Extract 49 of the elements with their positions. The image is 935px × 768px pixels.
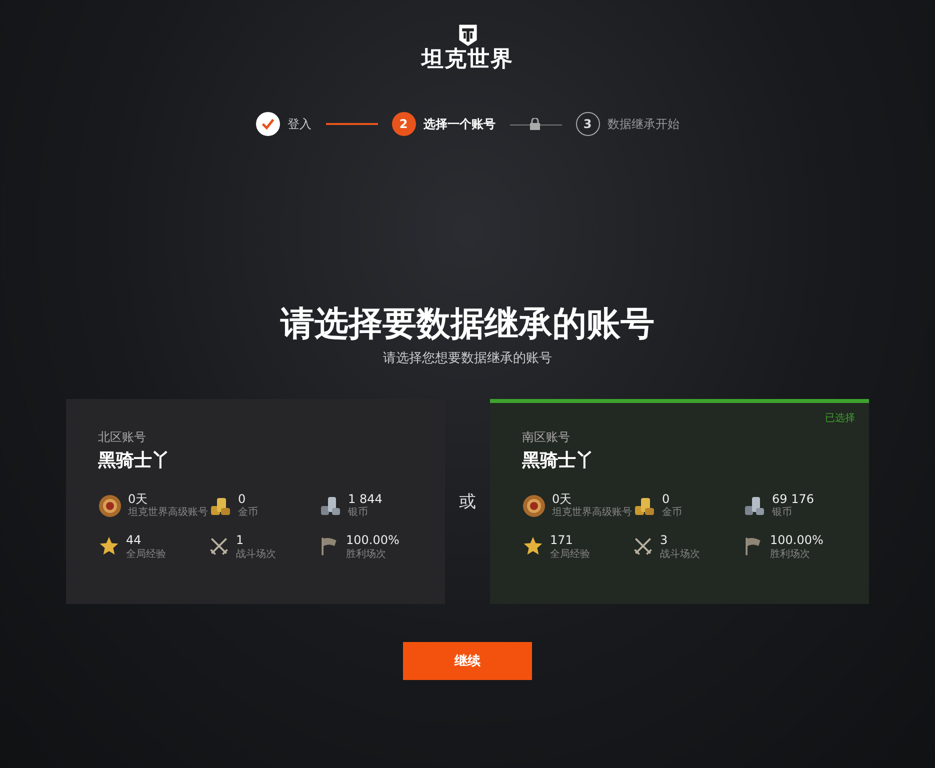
medal-icon	[522, 494, 546, 518]
region-label: 南区账号	[522, 428, 571, 446]
logo-text: 坦克世界	[422, 48, 514, 72]
crossed-swords-icon	[632, 535, 654, 558]
account-card[interactable]: 已选择 南区账号 黑骑士丫 0天 坦克世界高级账号 0 金币 69 176 银币 171 全局经验 3 战斗场次 100.00% 胜利场次	[490, 398, 869, 604]
stat-value: 0	[662, 492, 671, 506]
stat-label: 金币	[238, 506, 258, 520]
account-name: 黑骑士丫	[98, 448, 171, 472]
medal-icon	[98, 494, 122, 518]
stat-value: 100.00%	[346, 533, 400, 548]
star-icon	[522, 535, 544, 558]
account-card[interactable]: 北区账号 黑骑士丫 0天 坦克世界高级账号 0 金币 1 844 银币 44 全局经验 1 战斗场次 100.00% 胜利场次	[66, 398, 445, 604]
stat-value: 0天	[552, 492, 573, 506]
shield-logo-icon	[456, 22, 478, 48]
page-subheading: 请选择您想要数据继承的账号	[383, 350, 552, 367]
page-heading: 请选择要数据继承的账号	[280, 304, 654, 345]
stat-value: 0天	[128, 492, 149, 506]
stat-value: 1	[236, 533, 245, 548]
check-icon	[260, 117, 274, 132]
stat-label: 坦克世界高级账号	[552, 506, 632, 520]
stat-label: 全局经验	[126, 548, 166, 561]
step-indicator: 3	[576, 112, 600, 136]
step-label: 登入	[288, 116, 312, 133]
step-indicator: 2	[392, 112, 416, 136]
stat-label: 银币	[772, 506, 793, 520]
selected-label: 已选择	[825, 412, 855, 425]
crossed-swords-icon	[208, 535, 230, 558]
stat-value: 69 176	[772, 492, 814, 506]
region-label: 北区账号	[98, 428, 147, 446]
stat-value: 171	[550, 533, 574, 548]
or-separator: 或	[458, 490, 477, 513]
stat-label: 坦克世界高级账号	[128, 506, 208, 520]
step-label: 数据继承开始	[608, 116, 680, 133]
stat-label: 金币	[662, 506, 682, 520]
stat-label: 战斗场次	[236, 548, 276, 561]
stat-label: 胜利场次	[770, 548, 811, 561]
stat-label: 战斗场次	[660, 548, 700, 561]
stat-value: 100.00%	[770, 533, 824, 548]
star-icon	[98, 535, 120, 558]
stat-value: 1 844	[348, 492, 382, 506]
stat-value: 44	[126, 533, 142, 548]
stat-label: 全局经验	[550, 548, 590, 561]
step-label: 选择一个账号	[424, 116, 496, 133]
account-name: 黑骑士丫	[522, 448, 595, 472]
stat-label: 银币	[348, 506, 369, 520]
stat-label: 胜利场次	[346, 548, 387, 561]
stat-value: 0	[238, 492, 247, 506]
stat-value: 3	[660, 533, 669, 548]
continue-button[interactable]: 继续	[403, 642, 532, 680]
